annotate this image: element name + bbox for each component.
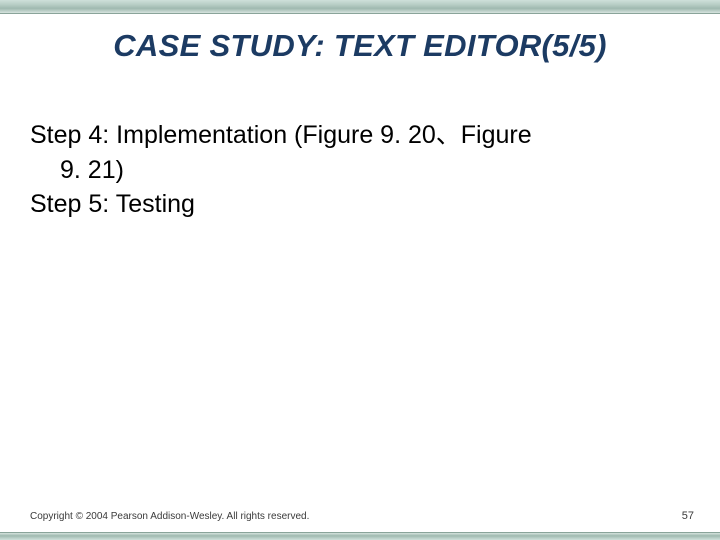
step-4-line-1: Step 4: Implementation (Figure 9. 20、Fig…	[30, 121, 532, 149]
page-number: 57	[682, 510, 694, 522]
slide-body: Step 4: Implementation (Figure 9. 20、Fig…	[30, 118, 680, 222]
step-4-line-2: 9. 21)	[30, 153, 680, 188]
step-5-text: Step 5: Testing	[30, 187, 680, 222]
bottom-decorative-bar	[0, 532, 720, 540]
slide-title: CASE STUDY: TEXT EDITOR(5/5)	[0, 28, 720, 64]
step-4-text: Step 4: Implementation (Figure 9. 20、Fig…	[30, 118, 680, 187]
top-decorative-bar	[0, 0, 720, 14]
copyright-text: Copyright © 2004 Pearson Addison-Wesley.…	[30, 511, 309, 522]
